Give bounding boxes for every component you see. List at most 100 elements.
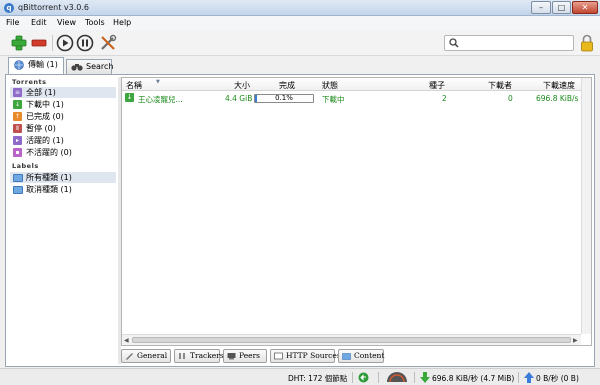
menu-view[interactable]: View xyxy=(57,18,76,27)
tab-general[interactable]: General xyxy=(121,349,171,363)
filter-downloading-label: 下載中 (1) xyxy=(26,100,64,109)
transfer-list-header: 名稱 ▼ 大小 完成 狀態 種子 下載者 下載速度 xyxy=(122,78,581,91)
filter-paused-label: 暫停 (0) xyxy=(26,124,56,133)
inactive-icon: ▪ xyxy=(13,148,22,157)
menu-tools[interactable]: Tools xyxy=(85,18,105,27)
tab-trackers-label: Trackers xyxy=(190,351,224,360)
filter-completed-label: 已完成 (0) xyxy=(26,112,64,121)
speed-limit-icon[interactable] xyxy=(386,372,408,383)
binoculars-icon xyxy=(71,64,83,71)
tab-peers-label: Peers xyxy=(239,351,261,360)
label-all-text: 所有種類 (1) xyxy=(26,173,72,182)
lock-icon xyxy=(581,34,593,52)
filter-completed[interactable]: ↑ 已完成 (0) xyxy=(10,111,116,122)
scroll-right-icon[interactable]: ▶ xyxy=(573,337,578,344)
dht-nodes: DHT: 172 個節點 xyxy=(288,374,348,383)
download-speed-icon xyxy=(420,372,430,383)
toolbar xyxy=(0,30,600,56)
filter-inactive[interactable]: ▪ 不活躍的 (0) xyxy=(10,147,116,158)
maximize-button[interactable]: □ xyxy=(552,1,571,14)
tab-content-label: Content xyxy=(354,351,385,360)
general-icon xyxy=(126,353,133,360)
close-button[interactable]: ✕ xyxy=(572,1,598,14)
download-speed: 696.8 KiB/秒 (4.7 MiB) xyxy=(432,374,515,383)
labels-header: Labels xyxy=(12,162,39,170)
options-icon xyxy=(101,34,117,50)
table-row[interactable]: ↓ 王心凌寵兒... 4.4 GiB 0.1% 下載中 2 0 696.8 Ki… xyxy=(122,92,581,104)
pause-icon xyxy=(76,34,94,52)
pause-button[interactable] xyxy=(76,34,94,52)
filter-all-label: 全部 (1) xyxy=(26,88,56,97)
filter-sidebar: Torrents ≡ 全部 (1) ↓ 下載中 (1) ↑ 已完成 (0) Ⅱ … xyxy=(8,77,118,364)
content-folder-icon xyxy=(342,353,351,360)
delete-button[interactable] xyxy=(30,34,48,52)
filter-paused[interactable]: Ⅱ 暫停 (0) xyxy=(10,123,116,134)
filter-all[interactable]: ≡ 全部 (1) xyxy=(10,87,116,98)
tab-http-sources-label: HTTP Sources xyxy=(286,351,341,360)
maximize-icon: □ xyxy=(557,3,566,12)
filter-active[interactable]: ▸ 活躍的 (1) xyxy=(10,135,116,146)
tab-search[interactable]: Search xyxy=(66,59,113,74)
label-unlabeled[interactable]: 取消種類 (1) xyxy=(10,184,116,195)
filter-active-label: 活躍的 (1) xyxy=(26,136,64,145)
progress-text: 0.1% xyxy=(275,94,293,102)
search-input[interactable] xyxy=(444,35,574,51)
qb-logo-icon: q xyxy=(4,3,14,13)
tab-general-label: General xyxy=(137,351,168,360)
folder-icon xyxy=(13,186,23,194)
scroll-left-icon[interactable]: ◀ xyxy=(124,337,129,344)
torrent-peers: 0 xyxy=(508,94,513,103)
options-button[interactable] xyxy=(99,34,117,52)
resume-button[interactable] xyxy=(56,34,74,52)
label-all[interactable]: 所有種類 (1) xyxy=(10,172,116,183)
status-bar: DHT: 172 個節點 696.8 KiB/秒 (4.7 MiB) 0 B/秒… xyxy=(0,368,600,385)
torrent-size: 4.4 GiB xyxy=(225,94,253,103)
torrents-header: Torrents xyxy=(12,78,47,86)
transfer-list: 名稱 ▼ 大小 完成 狀態 種子 下載者 下載速度 ↓ 王心凌寵兒... 4.4… xyxy=(121,77,592,346)
scrollbar-thumb[interactable] xyxy=(132,337,571,343)
column-peers[interactable]: 下載者 xyxy=(488,80,512,91)
torrent-seeds: 2 xyxy=(442,94,447,103)
all-icon: ≡ xyxy=(13,88,22,97)
search-icon xyxy=(449,38,459,48)
toolbar-separator xyxy=(52,35,53,51)
add-torrent-icon xyxy=(11,35,27,51)
add-torrent-button[interactable] xyxy=(10,34,28,52)
torrent-status: 下載中 xyxy=(322,95,345,104)
column-status[interactable]: 狀態 xyxy=(322,80,338,91)
minimize-icon: – xyxy=(539,3,543,12)
minimize-button[interactable]: – xyxy=(531,1,551,14)
column-name[interactable]: 名稱 ▼ xyxy=(126,79,160,91)
vertical-scrollbar[interactable] xyxy=(581,78,591,334)
lock-button[interactable] xyxy=(580,34,594,52)
tab-trackers[interactable]: Trackers xyxy=(174,349,224,363)
status-separator xyxy=(414,372,415,383)
column-progress[interactable]: 完成 xyxy=(279,80,295,91)
active-icon: ▸ xyxy=(13,136,22,145)
downloading-icon: ↓ xyxy=(125,93,134,102)
connection-ok-icon[interactable] xyxy=(358,372,369,383)
upload-speed-icon xyxy=(524,372,534,383)
column-name-label: 名稱 xyxy=(126,81,142,90)
tab-peers[interactable]: Peers xyxy=(223,349,267,363)
column-size[interactable]: 大小 xyxy=(234,80,250,91)
downloading-icon: ↓ xyxy=(13,100,22,109)
filter-inactive-label: 不活躍的 (0) xyxy=(26,148,72,157)
delete-icon xyxy=(31,39,47,47)
menu-edit[interactable]: Edit xyxy=(31,18,47,27)
filter-downloading[interactable]: ↓ 下載中 (1) xyxy=(10,99,116,110)
column-down-speed[interactable]: 下載速度 xyxy=(543,80,575,91)
column-seeds[interactable]: 種子 xyxy=(429,80,445,91)
tab-transfers[interactable]: 傳輸 (1) xyxy=(8,57,64,74)
menu-help[interactable]: Help xyxy=(113,18,131,27)
horizontal-scrollbar[interactable]: ◀ ▶ xyxy=(122,334,581,345)
folder-icon xyxy=(13,174,23,182)
status-separator xyxy=(352,372,353,383)
status-separator xyxy=(378,372,379,383)
menu-file[interactable]: File xyxy=(6,18,19,27)
tab-http-sources[interactable]: HTTP Sources xyxy=(270,349,341,363)
torrent-down-speed: 696.8 KiB/s xyxy=(536,94,579,103)
tab-content[interactable]: Content xyxy=(338,349,384,363)
completed-icon: ↑ xyxy=(13,112,22,121)
main-tab-bar: 傳輸 (1) Search xyxy=(0,56,600,74)
